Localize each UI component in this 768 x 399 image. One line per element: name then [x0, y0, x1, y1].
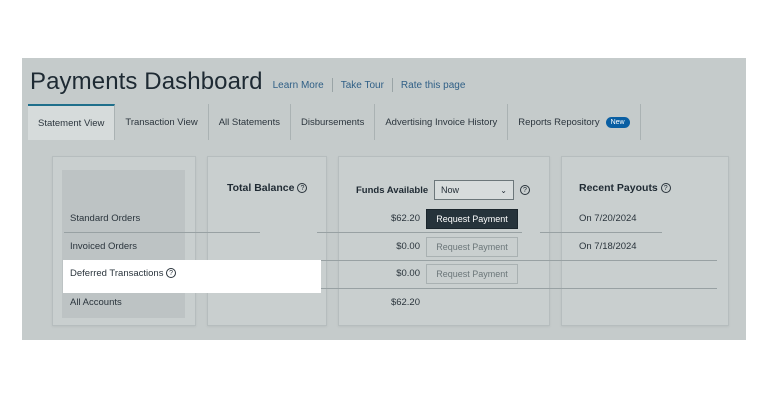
help-circle-icon[interactable]: ?: [166, 268, 177, 279]
payout-date: On 7/18/2024: [579, 241, 637, 252]
help-circle-icon[interactable]: ?: [297, 183, 308, 194]
title-row: Payments Dashboard Learn More Take Tour …: [30, 64, 465, 100]
tab-statement-view[interactable]: Statement View: [28, 104, 116, 140]
request-payment-button-disabled[interactable]: Request Payment: [426, 264, 518, 284]
row-separator: [317, 260, 717, 261]
payout-date: On 7/20/2024: [579, 213, 637, 224]
recent-payouts-heading-row: Recent Payouts ?: [579, 182, 671, 194]
tab-disbursements[interactable]: Disbursements: [291, 104, 376, 140]
tab-reports-repository-label: Reports Repository: [518, 116, 600, 128]
total-balance-heading: Total Balance: [227, 182, 295, 194]
funds-timing-select[interactable]: Now ⌄: [434, 180, 514, 200]
take-tour-link[interactable]: Take Tour: [341, 80, 384, 91]
link-divider: [391, 78, 393, 92]
request-payment-button-disabled[interactable]: Request Payment: [426, 237, 518, 257]
row-separator: [64, 232, 260, 233]
help-circle-icon[interactable]: ?: [520, 185, 530, 195]
funds-available-heading: Funds Available: [356, 185, 429, 196]
learn-more-link[interactable]: Learn More: [273, 80, 324, 91]
request-payment-button[interactable]: Request Payment: [426, 209, 518, 229]
payments-dashboard-screen: Payments Dashboard Learn More Take Tour …: [22, 58, 746, 340]
link-divider: [331, 78, 333, 92]
recent-payouts-heading: Recent Payouts: [579, 182, 658, 194]
tab-bar: Statement View Transaction View All Stat…: [28, 104, 641, 140]
tab-all-statements[interactable]: All Statements: [209, 104, 291, 140]
new-badge: New: [605, 116, 630, 128]
deferred-transactions-row: Deferred Transactions ?: [70, 268, 177, 279]
standard-orders-amount: $62.20: [390, 213, 420, 224]
deferred-transactions-amount: $0.00: [396, 268, 420, 279]
all-accounts-amount: $62.20: [390, 297, 420, 308]
deferred-transactions-label: Deferred Transactions: [70, 268, 164, 279]
tab-transaction-view[interactable]: Transaction View: [115, 104, 209, 140]
row-separator: [540, 232, 662, 233]
tab-reports-repository[interactable]: Reports Repository New: [508, 104, 641, 140]
standard-orders-label: Standard Orders: [70, 213, 141, 224]
funds-timing-value: Now: [441, 185, 460, 195]
rate-page-link[interactable]: Rate this page: [401, 80, 466, 91]
tab-advertising-invoice-history[interactable]: Advertising Invoice History: [375, 104, 509, 140]
all-accounts-label: All Accounts: [70, 297, 122, 308]
header-links: Learn More Take Tour Rate this page: [273, 78, 466, 92]
chevron-down-icon: ⌄: [500, 185, 507, 195]
total-balance-heading-row: Total Balance ?: [227, 182, 308, 194]
help-circle-icon[interactable]: ?: [660, 183, 671, 194]
row-separator: [317, 232, 522, 233]
invoiced-orders-amount: $0.00: [396, 241, 420, 252]
page-title: Payments Dashboard: [30, 68, 263, 95]
row-separator: [317, 288, 717, 289]
invoiced-orders-label: Invoiced Orders: [70, 241, 138, 252]
